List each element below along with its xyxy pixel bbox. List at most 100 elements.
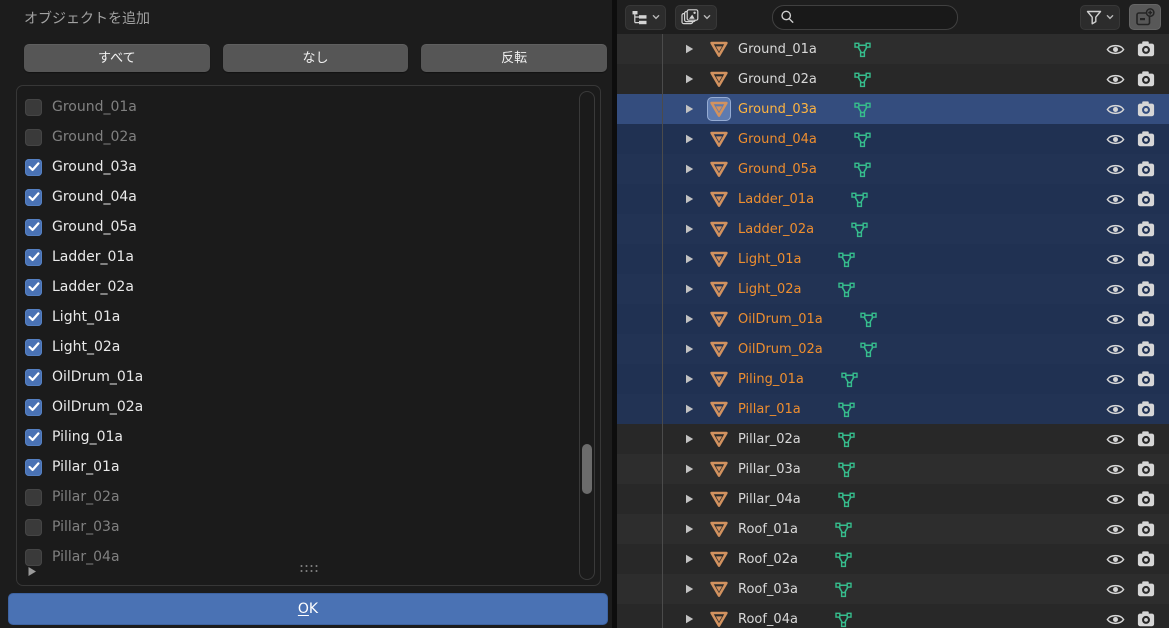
- mesh-data-icon[interactable]: [837, 461, 856, 478]
- hide-viewport-icon[interactable]: [1106, 403, 1125, 416]
- mesh-object-icon[interactable]: [707, 547, 731, 571]
- object-name[interactable]: Ladder_02a: [738, 222, 814, 237]
- disable-render-icon[interactable]: [1137, 41, 1155, 57]
- mesh-object-icon[interactable]: [707, 457, 731, 481]
- expand-icon[interactable]: [685, 163, 695, 175]
- search-field[interactable]: [772, 4, 958, 30]
- outliner-row[interactable]: Roof_03a: [617, 574, 1169, 604]
- checklist-item[interactable]: Pillar_01a: [17, 452, 576, 482]
- outliner-row[interactable]: Roof_04a: [617, 604, 1169, 628]
- mesh-object-icon[interactable]: [707, 277, 731, 301]
- hide-viewport-icon[interactable]: [1106, 433, 1125, 446]
- object-name[interactable]: OilDrum_01a: [738, 312, 823, 327]
- disable-render-icon[interactable]: [1137, 431, 1155, 447]
- new-collection-button[interactable]: [1129, 4, 1161, 30]
- disable-render-icon[interactable]: [1137, 581, 1155, 597]
- object-name[interactable]: Ground_01a: [738, 42, 817, 57]
- outliner-row[interactable]: Ladder_02a: [617, 214, 1169, 244]
- ok-button[interactable]: OK: [8, 593, 608, 625]
- checklist-item[interactable]: OilDrum_01a: [17, 362, 576, 392]
- mesh-object-icon[interactable]: [707, 187, 731, 211]
- mesh-object-icon[interactable]: [707, 307, 731, 331]
- object-name[interactable]: OilDrum_02a: [738, 342, 823, 357]
- object-name[interactable]: Ground_03a: [738, 102, 817, 117]
- disable-render-icon[interactable]: [1137, 401, 1155, 417]
- outliner-row[interactable]: Light_02a: [617, 274, 1169, 304]
- disable-render-icon[interactable]: [1137, 341, 1155, 357]
- checkbox[interactable]: [25, 428, 42, 446]
- expand-icon[interactable]: [685, 313, 695, 325]
- mesh-data-icon[interactable]: [859, 341, 878, 358]
- select-invert-button[interactable]: 反転: [421, 44, 608, 72]
- mesh-object-icon[interactable]: [707, 517, 731, 541]
- mesh-object-icon[interactable]: [707, 367, 731, 391]
- hide-viewport-icon[interactable]: [1106, 493, 1125, 506]
- search-input[interactable]: [794, 9, 950, 25]
- checkbox[interactable]: [25, 458, 42, 476]
- mesh-data-icon[interactable]: [834, 551, 853, 568]
- mesh-data-icon[interactable]: [850, 221, 869, 238]
- scrollbar[interactable]: [579, 91, 595, 580]
- disable-render-icon[interactable]: [1137, 311, 1155, 327]
- scrollbar-thumb[interactable]: [582, 444, 592, 494]
- object-name[interactable]: Roof_01a: [738, 522, 798, 537]
- checklist-item[interactable]: OilDrum_02a: [17, 392, 576, 422]
- outliner-row[interactable]: Light_01a: [617, 244, 1169, 274]
- mesh-data-icon[interactable]: [834, 521, 853, 538]
- mesh-data-icon[interactable]: [837, 251, 856, 268]
- checkbox[interactable]: [25, 368, 42, 386]
- mesh-data-icon[interactable]: [859, 311, 878, 328]
- mesh-data-icon[interactable]: [853, 131, 872, 148]
- expand-icon[interactable]: [685, 283, 695, 295]
- object-name[interactable]: Roof_03a: [738, 582, 798, 597]
- select-all-button[interactable]: すべて: [24, 44, 210, 72]
- checkbox[interactable]: [25, 158, 42, 176]
- hide-viewport-icon[interactable]: [1106, 313, 1125, 326]
- hide-viewport-icon[interactable]: [1106, 73, 1125, 86]
- checklist-item[interactable]: Ground_02a: [17, 122, 576, 152]
- outliner-row[interactable]: Pillar_03a: [617, 454, 1169, 484]
- outliner-row[interactable]: Roof_02a: [617, 544, 1169, 574]
- expand-icon[interactable]: [685, 133, 695, 145]
- expand-icon[interactable]: [685, 463, 695, 475]
- expand-icon[interactable]: [685, 583, 695, 595]
- object-name[interactable]: Piling_01a: [738, 372, 804, 387]
- checklist-item[interactable]: Ground_01a: [17, 92, 576, 122]
- mesh-data-icon[interactable]: [837, 491, 856, 508]
- checklist-item[interactable]: Pillar_02a: [17, 482, 576, 512]
- disable-render-icon[interactable]: [1137, 191, 1155, 207]
- object-name[interactable]: Ladder_01a: [738, 192, 814, 207]
- disable-render-icon[interactable]: [1137, 461, 1155, 477]
- mesh-data-icon[interactable]: [837, 401, 856, 418]
- hide-viewport-icon[interactable]: [1106, 343, 1125, 356]
- mesh-object-icon[interactable]: [707, 37, 731, 61]
- mesh-object-icon[interactable]: [707, 427, 731, 451]
- hide-viewport-icon[interactable]: [1106, 103, 1125, 116]
- mesh-object-icon[interactable]: [707, 607, 731, 628]
- mesh-data-icon[interactable]: [837, 281, 856, 298]
- mesh-data-icon[interactable]: [853, 41, 872, 58]
- mesh-object-icon[interactable]: [707, 487, 731, 511]
- mesh-object-icon[interactable]: [707, 397, 731, 421]
- outliner-row[interactable]: Ground_04a: [617, 124, 1169, 154]
- object-name[interactable]: Ground_02a: [738, 72, 817, 87]
- checklist-item[interactable]: Ladder_02a: [17, 272, 576, 302]
- outliner-row[interactable]: OilDrum_01a: [617, 304, 1169, 334]
- object-name[interactable]: Ground_05a: [738, 162, 817, 177]
- expand-icon[interactable]: [685, 403, 695, 415]
- select-none-button[interactable]: なし: [222, 44, 409, 72]
- expand-icon[interactable]: [685, 73, 695, 85]
- outliner-row[interactable]: Ground_01a: [617, 34, 1169, 64]
- hide-viewport-icon[interactable]: [1106, 163, 1125, 176]
- checkbox[interactable]: [25, 248, 42, 266]
- hide-viewport-icon[interactable]: [1106, 283, 1125, 296]
- checkbox[interactable]: [25, 98, 42, 116]
- hide-viewport-icon[interactable]: [1106, 373, 1125, 386]
- hide-viewport-icon[interactable]: [1106, 193, 1125, 206]
- resize-grip[interactable]: [300, 565, 317, 574]
- mesh-data-icon[interactable]: [853, 101, 872, 118]
- outliner-row[interactable]: OilDrum_02a: [617, 334, 1169, 364]
- mesh-object-icon[interactable]: [707, 157, 731, 181]
- checkbox[interactable]: [25, 398, 42, 416]
- mesh-object-icon[interactable]: [707, 247, 731, 271]
